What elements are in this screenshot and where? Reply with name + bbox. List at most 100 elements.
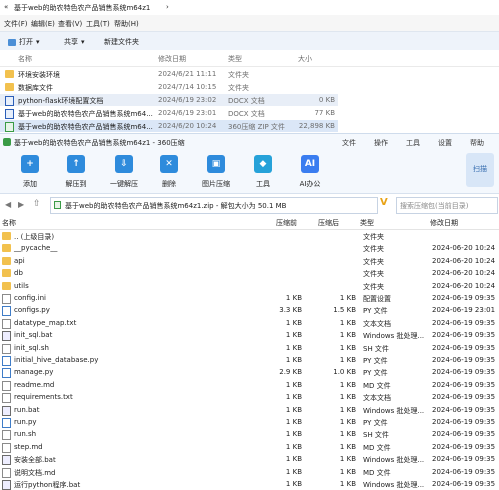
explorer-file-row[interactable]: 数据库文件 2024/7/14 10:15 文件夹 [0,81,499,93]
archive-file-type: 文件夹 [363,245,384,254]
file-type: 360压缩 ZIP 文件 [228,123,285,131]
breadcrumb-chevron-icon[interactable]: › [166,3,169,11]
up-folder-icon[interactable]: ⇧ [33,199,41,209]
zip-menu-help[interactable]: 帮助 [470,138,484,148]
one-click-extract-button[interactable]: ⇩ 一键解压 [104,155,144,189]
menu-edit[interactable]: 编辑(E) [31,19,55,29]
archive-row[interactable]: api 文件夹 2024-06-20 10:24 [0,255,499,267]
archive-row[interactable]: configs.py 3.3 KB 1.5 KB PY 文件 2024-06-19 23… [0,304,499,317]
archive-row[interactable]: requirements.txt 1 KB 1 KB 文本文档 2024-06-19 0… [0,391,499,404]
ai-office-button[interactable]: AI AI办公 [290,155,330,189]
add-button[interactable]: + 添加 [10,155,50,189]
archive-row[interactable]: 安装全部.bat 1 KB 1 KB Windows 批处理... 2024-06-19… [0,453,499,466]
archive-file-date: 2024-06-20 10:24 [432,281,496,290]
image-compress-button[interactable]: ▣ 图片压缩 [196,155,236,189]
file-icon [2,343,11,354]
tools-button[interactable]: ◆ 工具 [243,155,283,189]
forward-arrow-icon[interactable]: ▶ [18,200,24,209]
breadcrumb-current[interactable]: 基于web的助农特色农产品销售系统m64z1 [14,3,150,13]
archive-row[interactable]: init_sql.bat 1 KB 1 KB Windows 批处理... 2024-0… [0,329,499,342]
explorer-toolbar: 打开 ▾ 共享 ▾ 新建文件夹 [0,31,499,52]
folder-icon [5,83,14,91]
archive-file-size: 1 KB [285,318,302,327]
file-type: DOCX 文档 [228,110,265,118]
archive-file-name: initial_hive_database.py [14,356,99,364]
column-date[interactable]: 修改日期 [430,218,458,228]
file-date: 2024/6/19 23:01 [158,109,217,117]
back-arrow-icon[interactable]: ◀ [5,200,11,209]
scan-button[interactable]: 扫描 [466,153,494,187]
archive-file-name: manage.py [14,368,54,377]
archive-row[interactable]: run.py 1 KB 1 KB PY 文件 2024-06-19 09:35 [0,416,499,428]
archive-file-packed: 1 KB [339,294,356,302]
menu-tools[interactable]: 工具(T) [86,19,110,29]
archive-file-type: Windows 批处理... [363,332,425,341]
archive-file-packed: 1 KB [339,356,356,364]
archive-file-packed: 1 KB [339,343,356,352]
archive-file-name: init_sql.sh [14,343,49,352]
tools-button-label: 工具 [256,180,270,188]
archive-path-field[interactable]: 基于web的助农特色农产品销售系统m64z1.zip - 解包大小为 50.1 … [50,197,378,214]
column-type[interactable]: 类型 [360,218,374,228]
archive-file-date: 2024-06-19 09:35 [432,343,496,352]
archive-search-input[interactable]: 搜索压缩包(当前目录) [396,197,498,214]
archive-file-name: __pycache__ [14,244,58,253]
archive-file-type: MD 文件 [363,443,391,452]
archive-file-name: api [14,256,25,265]
explorer-address-bar[interactable]: « 基于web的助农特色农产品销售系统m64z1 › [0,0,499,16]
archive-file-date: 2024-06-20 10:24 [432,244,496,253]
archive-row[interactable]: 运行python程序.bat 1 KB 1 KB Windows 批处理... 2024… [0,478,499,490]
column-name[interactable]: 名称 [18,54,32,64]
zip-menu-file[interactable]: 文件 [342,138,356,148]
archive-row[interactable]: init_sql.sh 1 KB 1 KB SH 文件 2024-06-19 09:35 [0,342,499,354]
chevron-down-icon[interactable]: V [380,197,388,208]
column-size[interactable]: 压缩前 [276,218,297,228]
zip-menu-operate[interactable]: 操作 [374,138,388,148]
archive-row[interactable]: run.sh 1 KB 1 KB SH 文件 2024-06-19 09:35 [0,428,499,441]
column-name[interactable]: 名称 [2,218,16,228]
file-icon [2,393,11,404]
archive-row[interactable]: initial_hive_database.py 1 KB 1 KB PY 文件 202… [0,354,499,366]
menu-view[interactable]: 查看(V) [58,19,82,29]
explorer-file-row[interactable]: 基于web的助农特色农产品销售系统m64... 2024/6/19 23:01 … [0,107,338,119]
delete-button[interactable]: ✕ 删除 [149,155,189,189]
new-folder-button[interactable]: 新建文件夹 [104,37,139,47]
column-date[interactable]: 修改日期 [158,54,186,64]
archive-file-packed: 1 KB [339,442,356,451]
delete-icon: ✕ [160,155,178,173]
back-chevron-icon[interactable]: « [4,3,8,11]
explorer-file-row[interactable]: 环境安装环境 2024/6/21 11:11 文件夹 [0,68,499,80]
explorer-file-row[interactable]: python-flask环境配置文档 2024/6/19 23:02 DOCX … [0,94,338,106]
one-click-extract-icon: ⇩ [115,155,133,173]
extract-to-button[interactable]: ↑ 解压到 [56,155,96,189]
share-button[interactable]: 共享 ▾ [64,37,85,47]
column-type[interactable]: 类型 [228,54,242,64]
archive-row[interactable]: config.ini 1 KB 1 KB 配置设置 2024-06-19 09:35 [0,292,499,304]
archive-file-name: step.md [14,442,43,451]
archive-row[interactable]: run.bat 1 KB 1 KB Windows 批处理... 2024-06-19 … [0,404,499,416]
archive-row[interactable]: .. (上级目录) 文件夹 [0,230,499,242]
archive-row[interactable]: step.md 1 KB 1 KB MD 文件 2024-06-19 09:35 [0,441,499,453]
open-button[interactable]: 打开 ▾ [8,37,40,47]
archive-row[interactable]: manage.py 2.9 KB 1.0 KB PY 文件 2024-06-19 09:… [0,366,499,379]
menu-help[interactable]: 帮助(H) [114,19,139,29]
column-packed[interactable]: 压缩后 [318,218,339,228]
archive-row[interactable]: datatype_map.txt 1 KB 1 KB 文本文档 2024-06-19 0… [0,317,499,329]
ai-office-icon: AI [301,155,319,173]
archive-row[interactable]: db 文件夹 2024-06-20 10:24 [0,267,499,279]
archive-file-date: 2024-06-19 09:35 [432,418,496,426]
archive-row[interactable]: __pycache__ 文件夹 2024-06-20 10:24 [0,242,499,254]
archive-row[interactable]: 说明文档.md 1 KB 1 KB MD 文件 2024-06-19 09:35 [0,466,499,478]
scan-label: 扫描 [473,165,487,173]
archive-file-date: 2024-06-19 09:35 [432,356,496,364]
column-size[interactable]: 大小 [298,54,312,64]
menu-file[interactable]: 文件(F) [4,19,28,29]
archive-row[interactable]: utils 文件夹 2024-06-20 10:24 [0,280,499,292]
explorer-file-row-selected[interactable]: 基于web的助农特色农产品销售系统m64... 2024/6/20 10:24 … [0,120,338,132]
extract-icon: ↑ [67,155,85,173]
zip-menu-settings[interactable]: 设置 [438,138,452,148]
file-size: 0 KB [318,96,335,104]
archive-file-type: 配置设置 [363,295,391,303]
zip-menu-tools[interactable]: 工具 [406,138,420,148]
archive-row[interactable]: readme.md 1 KB 1 KB MD 文件 2024-06-19 09:35 [0,379,499,391]
